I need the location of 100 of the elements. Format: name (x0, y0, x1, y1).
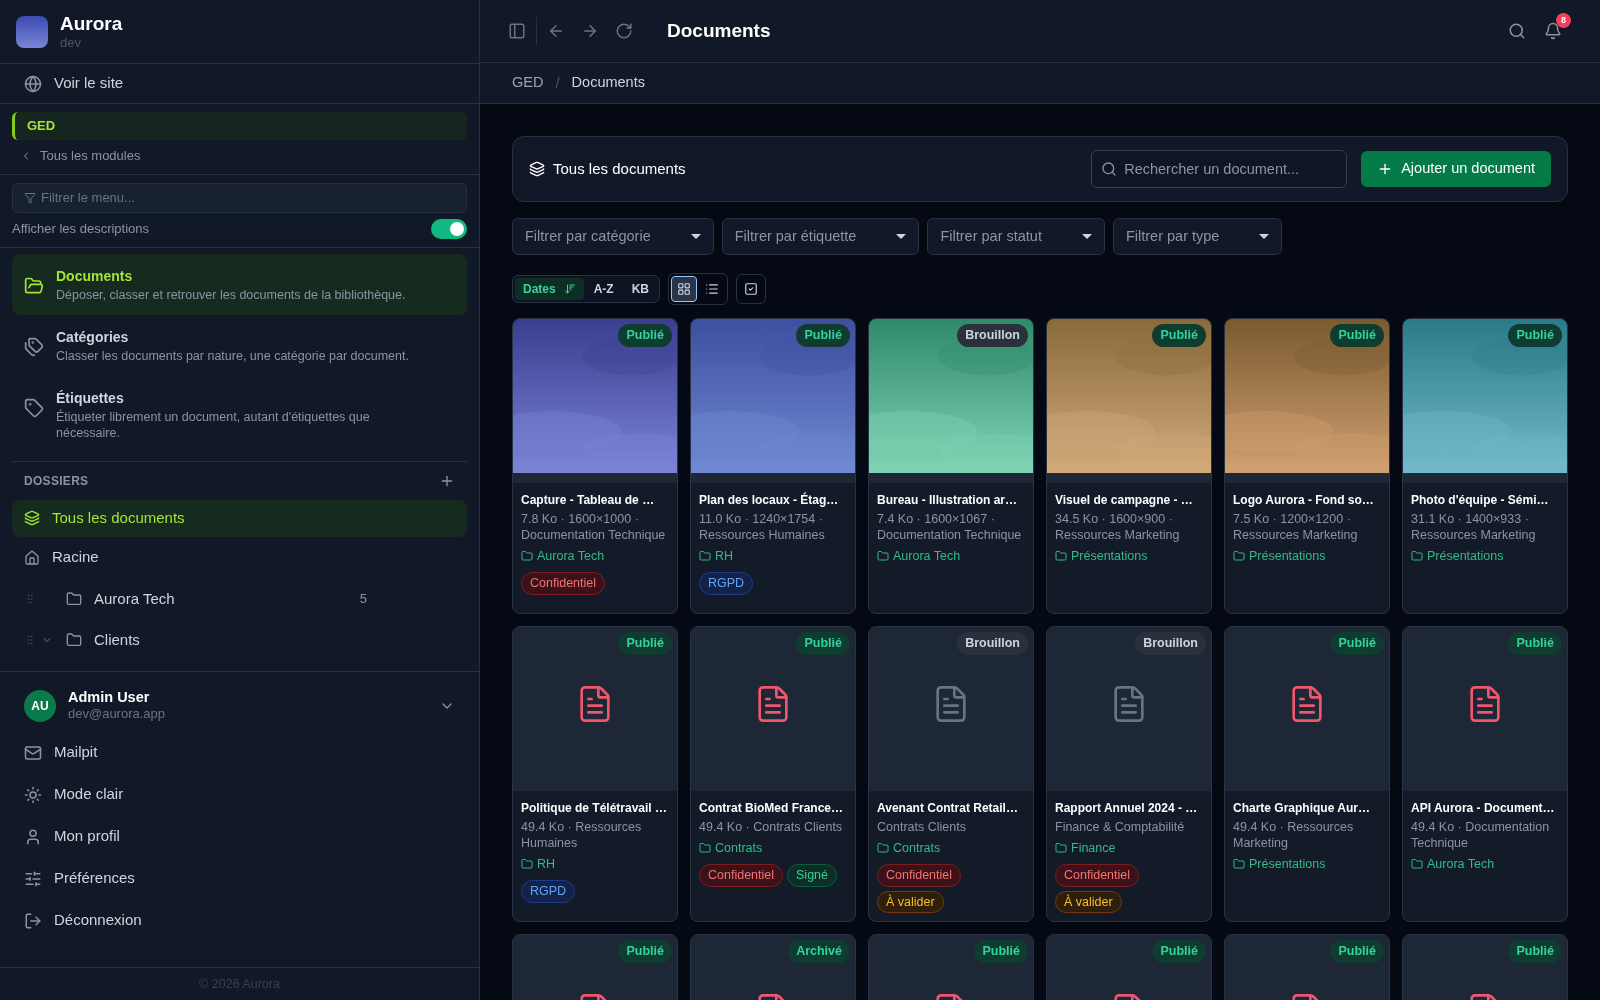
document-card[interactable]: Publié Plan des locaux - Étag… 11.0 Ko · 1240×1754 · Ressources Humaines RH RGPD (690, 318, 856, 614)
document-card[interactable]: Publié Capture - Tableau de … 7.8 Ko · 1600×1000 · Documentation Technique Aurora Tech Confidentiel (512, 318, 678, 614)
document-card[interactable]: Publié Logo Aurora - Fond so… 7.5 Ko · 1200×1200 · Ressources Marketing Présentations (1224, 318, 1390, 614)
toolbar-title: Tous les documents (553, 158, 687, 179)
notification-badge: 8 (1556, 13, 1571, 28)
sort-option[interactable]: Dates (515, 278, 584, 300)
document-title: Visuel de campagne - … (1055, 492, 1194, 509)
document-card[interactable]: Publié (1046, 934, 1212, 1000)
toggle-label: Afficher les descriptions (12, 219, 150, 238)
add-document-button[interactable]: Ajouter un document (1361, 151, 1551, 187)
folder-item[interactable]: Clients (94, 628, 367, 652)
document-card[interactable]: Publié Contrat BioMed France… 49.4 Ko · Contrats Clients Contrats Confidentiel Signé (690, 626, 856, 922)
document-meta: Contrats Clients (877, 819, 967, 835)
document-card[interactable]: Archivé (690, 934, 856, 1000)
user-avatar: AU (24, 689, 56, 722)
document-title: Charte Graphique Aur… (1233, 800, 1371, 817)
status-badge: Publié (1330, 324, 1384, 347)
nav-item[interactable]: Catégories Classer les documents par nature, une catégorie par document. (12, 314, 467, 376)
menu-item[interactable]: Mode clair (54, 783, 124, 806)
folder-link[interactable]: Finance (1071, 839, 1116, 858)
document-title: Avenant Contrat Retail… (877, 800, 1019, 817)
filter-dropdown[interactable]: Filtrer par catégorie (512, 218, 714, 255)
site-link[interactable]: Voir le site (54, 72, 124, 95)
menu-item[interactable]: Déconnexion (54, 909, 142, 932)
document-title: Contrat BioMed France… (699, 800, 844, 817)
folder-link[interactable]: Présentations (1071, 547, 1148, 566)
document-card[interactable]: Publié Politique de Télétravail … 49.4 Ko · Ressources Humaines RH RGPD (512, 626, 678, 922)
document-meta: 34.5 Ko · 1600×900 · Ressources Marketing (1055, 511, 1181, 543)
document-meta: 49.4 Ko · Documentation Technique (1411, 819, 1551, 851)
document-card[interactable]: Publié (1402, 934, 1568, 1000)
environment-label: dev (60, 35, 82, 52)
folder-link[interactable]: Aurora Tech (893, 547, 961, 566)
nav-item[interactable]: Étiquettes Étiqueter librement un document, autant d'étiquettes que nécessaire. (12, 375, 467, 453)
back-link[interactable]: Tous les modules (40, 146, 141, 166)
document-meta: 49.4 Ko · Contrats Clients (699, 819, 844, 835)
filter-dropdown[interactable]: Filtrer par statut (927, 218, 1105, 255)
document-card[interactable]: Brouillon Avenant Contrat Retail… Contrats Clients Contrats Confidentiel À valider (868, 626, 1034, 922)
folder-link[interactable]: Contrats (715, 839, 763, 858)
document-card[interactable]: Publié Visuel de campagne - … 34.5 Ko · 1600×900 · Ressources Marketing Présentations (1046, 318, 1212, 614)
filter-dropdown[interactable]: Filtrer par étiquette (721, 218, 920, 255)
status-badge: Publié (618, 940, 672, 963)
document-card[interactable]: Brouillon Bureau - Illustration ar… 7.4 Ko · 1600×1067 · Documentation Technique Aurora Tech (868, 318, 1034, 614)
document-meta: Finance & Comptabilité (1055, 819, 1186, 835)
module-header: GED (12, 112, 467, 140)
menu-item[interactable]: Préférences (54, 867, 135, 890)
document-card[interactable]: Publié (512, 934, 678, 1000)
nav-title: Catégories (56, 327, 130, 347)
status-badge: Brouillon (957, 324, 1028, 347)
document-card[interactable]: Publié (1224, 934, 1390, 1000)
status-badge: Publié (1330, 632, 1384, 655)
folder-link[interactable]: Contrats (893, 839, 941, 858)
sort-option[interactable]: A-Z (585, 278, 622, 300)
menu-item[interactable]: Mailpit (54, 741, 98, 764)
folder-link[interactable]: Présentations (1249, 855, 1326, 874)
status-badge: Publié (618, 632, 672, 655)
folder-link[interactable]: Présentations (1249, 547, 1326, 566)
document-title: Logo Aurora - Fond so… (1233, 492, 1375, 509)
document-meta: 7.8 Ko · 1600×1000 · Documentation Technique (521, 511, 667, 543)
folder-link[interactable]: RH (537, 855, 556, 874)
document-title: Photo d'équipe - Sémi… (1411, 492, 1550, 509)
status-badge: Archivé (788, 940, 850, 963)
document-card[interactable]: Publié API Aurora - Document… 49.4 Ko · Documentation Technique Aurora Tech (1402, 626, 1568, 922)
menu-filter-field[interactable]: Filtrer le menu... (12, 182, 467, 213)
menu-item[interactable]: Mon profil (54, 825, 120, 848)
status-badge: Publié (1508, 632, 1562, 655)
section-heading: DOSSIERS (24, 472, 89, 490)
document-card[interactable]: Brouillon Rapport Annuel 2024 - … Finance & Comptabilité Finance Confidentiel À valider (1046, 626, 1212, 922)
folder-link[interactable]: Aurora Tech (1427, 855, 1495, 874)
document-title: API Aurora - Document… (1411, 800, 1556, 817)
status-badge: Publié (796, 632, 850, 655)
filter-dropdown[interactable]: Filtrer par type (1112, 218, 1283, 255)
nav-title: Documents (56, 266, 134, 286)
tag-chip: À valider (1055, 890, 1122, 914)
breadcrumb-separator: / (555, 72, 560, 93)
user-email: dev@aurora.app (68, 706, 167, 723)
nav-item[interactable]: Documents Déposer, classer et retrouver les documents de la bibliothèque. (12, 253, 467, 315)
sort-option[interactable]: KB (623, 278, 658, 300)
brand-name: Aurora (60, 11, 123, 36)
tag-chip: RGPD (521, 879, 576, 903)
breadcrumb-item[interactable]: GED (512, 72, 544, 94)
status-badge: Publié (1330, 940, 1384, 963)
folder-link[interactable]: RH (715, 547, 734, 566)
search-field[interactable]: Rechercher un document... (1091, 150, 1348, 188)
status-badge: Publié (1152, 940, 1206, 963)
user-name: Admin User (68, 688, 151, 707)
folder-item[interactable]: Racine (52, 546, 99, 569)
status-badge: Publié (618, 324, 672, 347)
folder-link[interactable]: Présentations (1427, 547, 1504, 566)
document-card[interactable]: Publié Charte Graphique Aur… 49.4 Ko · Ressources Marketing Présentations (1224, 626, 1390, 922)
folder-link[interactable]: Aurora Tech (537, 547, 605, 566)
document-card[interactable]: Publié (868, 934, 1034, 1000)
folder-item[interactable]: Aurora Tech (94, 587, 360, 611)
document-meta: 7.4 Ko · 1600×1067 · Documentation Technique (877, 511, 1023, 543)
status-badge: Publié (796, 324, 850, 347)
folder-item[interactable]: Tous les documents (12, 499, 467, 537)
status-badge: Publié (1508, 324, 1562, 347)
document-title: Capture - Tableau de … (521, 492, 656, 509)
tag-chip: Confidentiel (521, 571, 605, 595)
document-card[interactable]: Publié Photo d'équipe - Sémi… 31.1 Ko · 1400×933 · Ressources Marketing Présentations (1402, 318, 1568, 614)
status-badge: Publié (974, 940, 1028, 963)
